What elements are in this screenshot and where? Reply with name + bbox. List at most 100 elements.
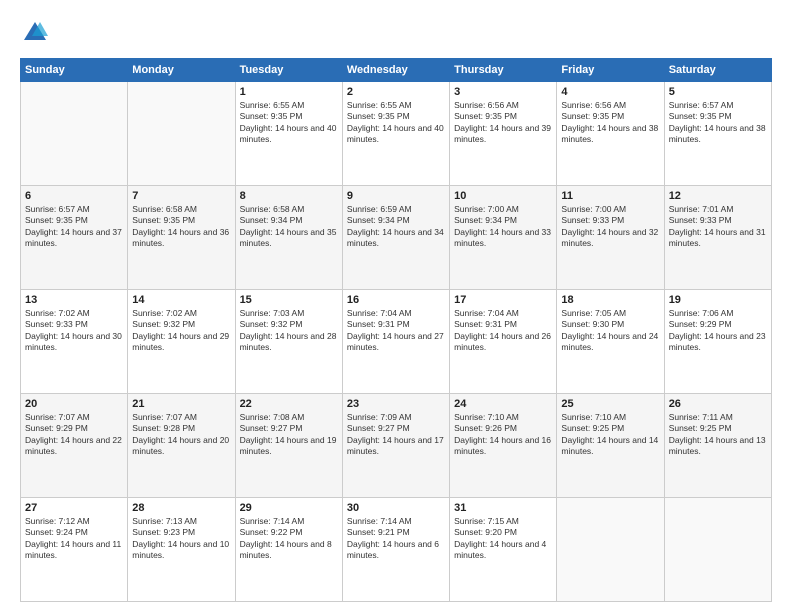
calendar-day-cell: 8 Sunrise: 6:58 AMSunset: 9:34 PMDaylight… bbox=[235, 186, 342, 290]
calendar-day-cell: 13 Sunrise: 7:02 AMSunset: 9:33 PMDayligh… bbox=[21, 290, 128, 394]
day-info: Sunrise: 7:02 AMSunset: 9:32 PMDaylight:… bbox=[132, 308, 230, 354]
day-number: 17 bbox=[454, 294, 552, 306]
calendar-day-cell: 1 Sunrise: 6:55 AMSunset: 9:35 PMDaylight… bbox=[235, 82, 342, 186]
day-number: 10 bbox=[454, 190, 552, 202]
day-number: 14 bbox=[132, 294, 230, 306]
page: SundayMondayTuesdayWednesdayThursdayFrid… bbox=[0, 0, 792, 612]
day-info: Sunrise: 6:56 AMSunset: 9:35 PMDaylight:… bbox=[561, 100, 659, 146]
day-number: 30 bbox=[347, 502, 445, 514]
calendar-day-cell: 16 Sunrise: 7:04 AMSunset: 9:31 PMDayligh… bbox=[342, 290, 449, 394]
calendar-day-cell: 17 Sunrise: 7:04 AMSunset: 9:31 PMDayligh… bbox=[450, 290, 557, 394]
weekday-header: Saturday bbox=[664, 59, 771, 82]
day-info: Sunrise: 7:05 AMSunset: 9:30 PMDaylight:… bbox=[561, 308, 659, 354]
calendar-week-row: 13 Sunrise: 7:02 AMSunset: 9:33 PMDayligh… bbox=[21, 290, 772, 394]
calendar-day-cell: 3 Sunrise: 6:56 AMSunset: 9:35 PMDaylight… bbox=[450, 82, 557, 186]
day-number: 24 bbox=[454, 398, 552, 410]
calendar-table: SundayMondayTuesdayWednesdayThursdayFrid… bbox=[20, 58, 772, 602]
day-number: 2 bbox=[347, 86, 445, 98]
day-info: Sunrise: 7:15 AMSunset: 9:20 PMDaylight:… bbox=[454, 516, 552, 562]
day-info: Sunrise: 7:03 AMSunset: 9:32 PMDaylight:… bbox=[240, 308, 338, 354]
logo-icon bbox=[20, 18, 50, 48]
calendar-day-cell: 9 Sunrise: 6:59 AMSunset: 9:34 PMDaylight… bbox=[342, 186, 449, 290]
day-info: Sunrise: 7:14 AMSunset: 9:21 PMDaylight:… bbox=[347, 516, 445, 562]
day-info: Sunrise: 7:10 AMSunset: 9:25 PMDaylight:… bbox=[561, 412, 659, 458]
day-info: Sunrise: 6:58 AMSunset: 9:34 PMDaylight:… bbox=[240, 204, 338, 250]
weekday-header: Tuesday bbox=[235, 59, 342, 82]
calendar-day-cell: 4 Sunrise: 6:56 AMSunset: 9:35 PMDaylight… bbox=[557, 82, 664, 186]
day-info: Sunrise: 6:55 AMSunset: 9:35 PMDaylight:… bbox=[347, 100, 445, 146]
calendar-week-row: 6Sunrise: 6:57 AMSunset: 9:35 PMDaylight… bbox=[21, 186, 772, 290]
calendar-week-row: 27Sunrise: 7:12 AMSunset: 9:24 PMDayligh… bbox=[21, 498, 772, 602]
day-info: Sunrise: 6:56 AMSunset: 9:35 PMDaylight:… bbox=[454, 100, 552, 146]
weekday-header: Sunday bbox=[21, 59, 128, 82]
calendar-day-cell bbox=[21, 82, 128, 186]
day-number: 11 bbox=[561, 190, 659, 202]
calendar-day-cell bbox=[557, 498, 664, 602]
calendar-day-cell: 25 Sunrise: 7:10 AMSunset: 9:25 PMDayligh… bbox=[557, 394, 664, 498]
calendar-day-cell: 24 Sunrise: 7:10 AMSunset: 9:26 PMDayligh… bbox=[450, 394, 557, 498]
calendar-day-cell: 21 Sunrise: 7:07 AMSunset: 9:28 PMDayligh… bbox=[128, 394, 235, 498]
day-info: Sunrise: 7:06 AMSunset: 9:29 PMDaylight:… bbox=[669, 308, 767, 354]
weekday-header: Monday bbox=[128, 59, 235, 82]
day-number: 22 bbox=[240, 398, 338, 410]
day-info: Sunrise: 7:02 AMSunset: 9:33 PMDaylight:… bbox=[25, 308, 123, 354]
calendar-day-cell: 19 Sunrise: 7:06 AMSunset: 9:29 PMDayligh… bbox=[664, 290, 771, 394]
day-number: 3 bbox=[454, 86, 552, 98]
day-info: Sunrise: 6:55 AMSunset: 9:35 PMDaylight:… bbox=[240, 100, 338, 146]
calendar-day-cell: 30 Sunrise: 7:14 AMSunset: 9:21 PMDayligh… bbox=[342, 498, 449, 602]
calendar-day-cell: 5 Sunrise: 6:57 AMSunset: 9:35 PMDaylight… bbox=[664, 82, 771, 186]
day-info: Sunrise: 7:07 AMSunset: 9:28 PMDaylight:… bbox=[132, 412, 230, 458]
day-info: Sunrise: 7:14 AMSunset: 9:22 PMDaylight:… bbox=[240, 516, 338, 562]
day-info: Sunrise: 7:07 AMSunset: 9:29 PMDaylight:… bbox=[25, 412, 123, 458]
day-number: 23 bbox=[347, 398, 445, 410]
weekday-header: Friday bbox=[557, 59, 664, 82]
day-info: Sunrise: 6:59 AMSunset: 9:34 PMDaylight:… bbox=[347, 204, 445, 250]
calendar-day-cell: 31 Sunrise: 7:15 AMSunset: 9:20 PMDayligh… bbox=[450, 498, 557, 602]
day-info: Sunrise: 6:57 AMSunset: 9:35 PMDaylight:… bbox=[669, 100, 767, 146]
calendar-day-cell: 18 Sunrise: 7:05 AMSunset: 9:30 PMDayligh… bbox=[557, 290, 664, 394]
day-number: 21 bbox=[132, 398, 230, 410]
day-number: 7 bbox=[132, 190, 230, 202]
day-number: 13 bbox=[25, 294, 123, 306]
day-number: 16 bbox=[347, 294, 445, 306]
calendar-day-cell: 11 Sunrise: 7:00 AMSunset: 9:33 PMDayligh… bbox=[557, 186, 664, 290]
calendar-day-cell: 27Sunrise: 7:12 AMSunset: 9:24 PMDayligh… bbox=[21, 498, 128, 602]
day-info: Sunrise: 7:04 AMSunset: 9:31 PMDaylight:… bbox=[454, 308, 552, 354]
day-number: 15 bbox=[240, 294, 338, 306]
day-number: 8 bbox=[240, 190, 338, 202]
day-number: 1 bbox=[240, 86, 338, 98]
calendar-day-cell: 6Sunrise: 6:57 AMSunset: 9:35 PMDaylight… bbox=[21, 186, 128, 290]
day-number: 9 bbox=[347, 190, 445, 202]
day-info: Sunrise: 7:08 AMSunset: 9:27 PMDaylight:… bbox=[240, 412, 338, 458]
calendar-day-cell: 26Sunrise: 7:11 AMSunset: 9:25 PMDayligh… bbox=[664, 394, 771, 498]
calendar-day-cell: 15 Sunrise: 7:03 AMSunset: 9:32 PMDayligh… bbox=[235, 290, 342, 394]
header bbox=[20, 18, 772, 48]
day-number: 28 bbox=[132, 502, 230, 514]
day-number: 19 bbox=[669, 294, 767, 306]
day-number: 18 bbox=[561, 294, 659, 306]
calendar-day-cell: 29Sunrise: 7:14 AMSunset: 9:22 PMDayligh… bbox=[235, 498, 342, 602]
day-number: 20 bbox=[25, 398, 123, 410]
day-info: Sunrise: 7:10 AMSunset: 9:26 PMDaylight:… bbox=[454, 412, 552, 458]
calendar-day-cell bbox=[128, 82, 235, 186]
calendar-header-row: SundayMondayTuesdayWednesdayThursdayFrid… bbox=[21, 59, 772, 82]
day-info: Sunrise: 7:04 AMSunset: 9:31 PMDaylight:… bbox=[347, 308, 445, 354]
calendar-day-cell: 10Sunrise: 7:00 AMSunset: 9:34 PMDayligh… bbox=[450, 186, 557, 290]
day-number: 25 bbox=[561, 398, 659, 410]
day-number: 12 bbox=[669, 190, 767, 202]
calendar-week-row: 1 Sunrise: 6:55 AMSunset: 9:35 PMDaylight… bbox=[21, 82, 772, 186]
day-info: Sunrise: 7:00 AMSunset: 9:33 PMDaylight:… bbox=[561, 204, 659, 250]
day-number: 27 bbox=[25, 502, 123, 514]
calendar-day-cell: 14 Sunrise: 7:02 AMSunset: 9:32 PMDayligh… bbox=[128, 290, 235, 394]
calendar-day-cell: 23 Sunrise: 7:09 AMSunset: 9:27 PMDayligh… bbox=[342, 394, 449, 498]
day-number: 31 bbox=[454, 502, 552, 514]
calendar-day-cell: 20 Sunrise: 7:07 AMSunset: 9:29 PMDayligh… bbox=[21, 394, 128, 498]
calendar-week-row: 20 Sunrise: 7:07 AMSunset: 9:29 PMDayligh… bbox=[21, 394, 772, 498]
calendar-day-cell bbox=[664, 498, 771, 602]
calendar-day-cell: 12Sunrise: 7:01 AMSunset: 9:33 PMDayligh… bbox=[664, 186, 771, 290]
day-number: 6 bbox=[25, 190, 123, 202]
day-number: 5 bbox=[669, 86, 767, 98]
day-info: Sunrise: 6:58 AMSunset: 9:35 PMDaylight:… bbox=[132, 204, 230, 250]
day-info: Sunrise: 7:09 AMSunset: 9:27 PMDaylight:… bbox=[347, 412, 445, 458]
day-number: 4 bbox=[561, 86, 659, 98]
